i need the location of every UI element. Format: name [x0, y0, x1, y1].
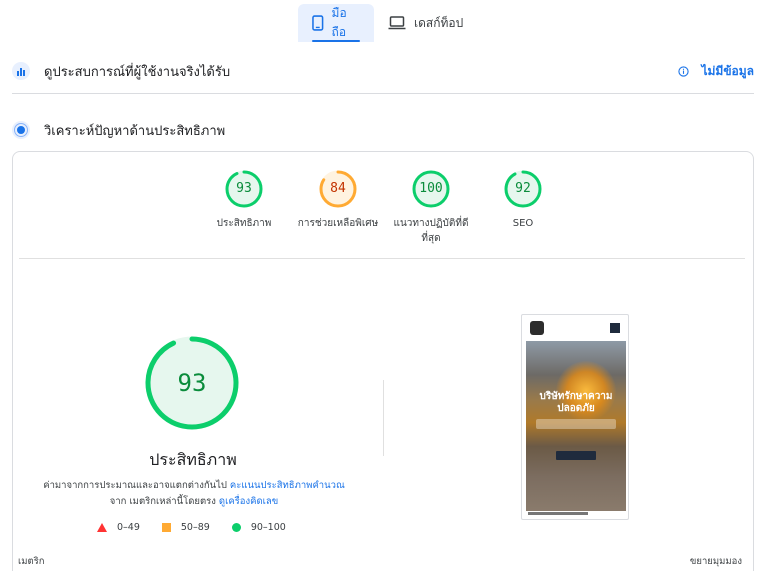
score-label: SEO	[483, 216, 563, 231]
score-label-line: แนวทางปฏิบัติที่ดี	[393, 218, 469, 229]
hero-button	[556, 451, 596, 460]
no-data-link[interactable]: ไม่มีข้อมูล	[678, 62, 754, 81]
report-card: 93 ประสิทธิภาพ 84 การช่วยเหลือพิเศษ 100 …	[12, 151, 754, 571]
main-score-value: 93	[177, 369, 207, 397]
score-gauge-best-practices[interactable]: 100 แนวทางปฏิบัติที่ดี ที่สุด	[394, 170, 468, 246]
triangle-icon	[97, 523, 107, 532]
device-tabs: มือถือ เดสก์ท็อป	[298, 4, 479, 42]
field-data-icon	[12, 62, 30, 80]
score-label-line: ที่สุด	[421, 233, 441, 244]
diagnose-title: วิเคราะห์ปัญหาด้านประสิทธิภาพ	[44, 123, 226, 139]
screenshot-footer-text	[528, 512, 588, 515]
legend-item-fail: 0–49	[97, 522, 140, 533]
diagnose-section: วิเคราะห์ปัญหาด้านประสิทธิภาพ	[12, 119, 754, 141]
main-score-gauge: 93	[144, 335, 240, 431]
phone-icon	[312, 15, 324, 31]
hero-headline: ปลอดภัย	[557, 403, 595, 414]
circle-icon	[231, 523, 241, 532]
lab-data-icon	[12, 121, 30, 139]
score-label-line: SEO	[512, 218, 534, 229]
field-data-title: ดูประสบการณ์ที่ผู้ใช้งานจริงได้รับ	[44, 64, 231, 80]
legend-range: 50–89	[180, 522, 210, 533]
expand-view-button[interactable]: ขยายมุมมอง	[690, 554, 742, 569]
info-icon	[678, 65, 690, 77]
score-legend: 0–49 50–89 90–100	[97, 522, 308, 533]
field-data-section: ดูประสบการณ์ที่ผู้ใช้งานจริงได้รับ ไม่มี…	[12, 60, 754, 82]
screenshot-header	[522, 315, 628, 341]
legend-range: 0–49	[117, 522, 140, 533]
no-data-label: ไม่มีข้อมูล	[701, 63, 754, 78]
score-label: ประสิทธิภาพ	[204, 216, 284, 231]
menu-icon	[610, 323, 620, 333]
section-divider	[12, 93, 754, 94]
legend-item-average: 50–89	[161, 522, 210, 533]
score-value: 93	[236, 181, 252, 196]
score-value: 92	[515, 181, 531, 196]
score-value: 100	[419, 181, 443, 196]
score-gauge-performance[interactable]: 93 ประสิทธิภาพ	[217, 170, 271, 231]
score-calc-link[interactable]: คะแนนประสิทธิภาพคำนวณ	[230, 480, 345, 491]
site-logo-icon	[530, 321, 544, 335]
score-gauge-seo[interactable]: 92 SEO	[503, 170, 543, 231]
score-label-line: ประสิทธิภาพ	[216, 218, 272, 229]
desc-text: ค่ามาจากการประมาณและอาจแตกต่างกันไป	[43, 480, 230, 491]
laptop-icon	[388, 16, 406, 30]
score-value: 84	[330, 181, 346, 196]
square-icon	[161, 523, 171, 532]
hero-subtext	[536, 419, 616, 429]
tab-desktop[interactable]: เดสก์ท็อป	[374, 4, 479, 42]
tab-mobile[interactable]: มือถือ	[298, 4, 374, 42]
score-label-line: การช่วยเหลือพิเศษ	[297, 218, 379, 229]
card-divider	[19, 258, 745, 259]
screenshot-hero: บริษัทรักษาความ ปลอดภัย	[526, 341, 626, 511]
metrics-heading: เมตริก	[18, 556, 45, 567]
tab-desktop-label: เดสก์ท็อป	[414, 15, 464, 30]
score-label: แนวทางปฏิบัติที่ดี ที่สุด	[371, 216, 491, 246]
desc-text: จาก เมตริกเหล่านี้โดยตรง	[109, 496, 219, 507]
main-score-description: ค่ามาจากการประมาณและอาจแตกต่างกันไป คะแน…	[39, 478, 349, 510]
tab-mobile-label: มือถือ	[331, 6, 347, 39]
calculator-link[interactable]: ดูเครื่องคิดเลข	[219, 496, 278, 507]
page-screenshot: บริษัทรักษาความ ปลอดภัย	[521, 314, 629, 520]
legend-item-pass: 90–100	[231, 522, 286, 533]
vertical-separator	[383, 380, 384, 456]
legend-range: 90–100	[250, 522, 286, 533]
main-score-title: ประสิทธิภาพ	[149, 450, 237, 469]
score-gauge-accessibility[interactable]: 84 การช่วยเหลือพิเศษ	[298, 170, 378, 231]
